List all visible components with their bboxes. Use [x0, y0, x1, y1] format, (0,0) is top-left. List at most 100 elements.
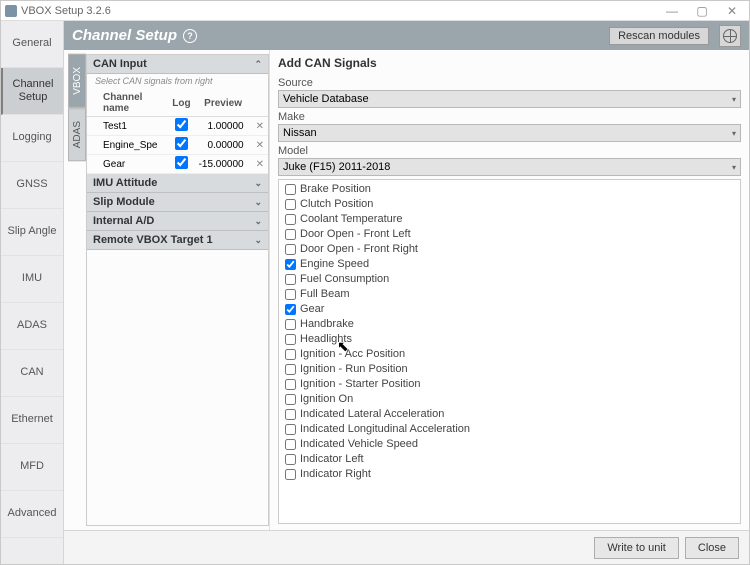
signal-checkbox[interactable]: [285, 259, 296, 270]
make-select[interactable]: Nissan ▾: [278, 124, 741, 142]
signal-row[interactable]: Indicated Longitudinal Acceleration: [279, 422, 740, 437]
signal-row[interactable]: Full Beam: [279, 287, 740, 302]
help-icon[interactable]: ?: [183, 29, 197, 43]
accordion-remote-vbox-target-1[interactable]: Remote VBOX Target 1⌄: [87, 231, 268, 250]
write-to-unit-button[interactable]: Write to unit: [594, 537, 679, 559]
chevron-down-icon: ⌄: [254, 178, 262, 189]
signal-checkbox[interactable]: [285, 244, 296, 255]
right-panel-title: Add CAN Signals: [278, 56, 741, 70]
log-checkbox[interactable]: [175, 156, 188, 169]
accordion-imu-attitude[interactable]: IMU Attitude⌄: [87, 174, 268, 193]
preview-value: 1.00000: [195, 117, 252, 136]
remove-channel-button[interactable]: ✕: [256, 121, 264, 132]
signal-row[interactable]: Ignition - Starter Position: [279, 377, 740, 392]
sidenav-item-adas[interactable]: ADAS: [1, 303, 63, 350]
signal-checkbox[interactable]: [285, 349, 296, 360]
signal-checkbox[interactable]: [285, 454, 296, 465]
signal-checkbox[interactable]: [285, 274, 296, 285]
language-button[interactable]: [719, 25, 741, 47]
signal-row[interactable]: Brake Position: [279, 182, 740, 197]
signal-checkbox[interactable]: [285, 319, 296, 330]
signal-row[interactable]: Ignition - Run Position: [279, 362, 740, 377]
sidenav-item-gnss[interactable]: GNSS: [1, 162, 63, 209]
signal-row[interactable]: Coolant Temperature: [279, 212, 740, 227]
signal-label: Door Open - Front Left: [300, 227, 411, 242]
signal-checkbox[interactable]: [285, 364, 296, 375]
signal-row[interactable]: Ignition - Acc Position: [279, 347, 740, 362]
signal-label: Ignition - Starter Position: [300, 377, 420, 392]
signal-row[interactable]: Clutch Position: [279, 197, 740, 212]
sidenav-item-channel-setup[interactable]: Channel Setup: [1, 68, 63, 115]
log-checkbox[interactable]: [175, 137, 188, 150]
remove-channel-button[interactable]: ✕: [256, 140, 264, 151]
maximize-button[interactable]: ▢: [689, 3, 715, 19]
log-checkbox[interactable]: [175, 118, 188, 131]
signal-checkbox[interactable]: [285, 334, 296, 345]
rescan-modules-button[interactable]: Rescan modules: [609, 27, 709, 45]
accordion-slip-module[interactable]: Slip Module ⌄: [87, 193, 268, 212]
accordion-internal-a-d[interactable]: Internal A/D⌄: [87, 212, 268, 231]
vtab-adas[interactable]: ADAS: [68, 108, 86, 161]
signal-label: Handbrake: [300, 317, 354, 332]
accordion-can-input[interactable]: CAN Input ⌃: [87, 55, 268, 74]
source-label: Source: [278, 77, 741, 89]
signal-checkbox[interactable]: [285, 199, 296, 210]
signal-checkbox[interactable]: [285, 439, 296, 450]
signal-row[interactable]: Door Open - Front Left: [279, 227, 740, 242]
signal-row[interactable]: Indicated Vehicle Speed: [279, 437, 740, 452]
col-preview: Preview: [195, 90, 252, 117]
sidenav-item-can[interactable]: CAN: [1, 350, 63, 397]
sidenav-item-slip-angle[interactable]: Slip Angle: [1, 209, 63, 256]
signal-row[interactable]: Headlights: [279, 332, 740, 347]
add-can-signals-panel: Add CAN Signals Source Vehicle Database …: [269, 50, 749, 530]
close-window-button[interactable]: ✕: [719, 3, 745, 19]
model-select[interactable]: Juke (F15) 2011-2018 ▾: [278, 158, 741, 176]
chevron-down-icon: ⌄: [254, 197, 262, 208]
chevron-down-icon: ▾: [732, 163, 736, 172]
app-icon: [5, 5, 17, 17]
close-button[interactable]: Close: [685, 537, 739, 559]
signal-row[interactable]: Fuel Consumption: [279, 272, 740, 287]
make-label: Make: [278, 111, 741, 123]
signal-row[interactable]: Handbrake: [279, 317, 740, 332]
signal-label: Ignition On: [300, 392, 353, 407]
sidenav-item-imu[interactable]: IMU: [1, 256, 63, 303]
signal-checkbox[interactable]: [285, 184, 296, 195]
source-select[interactable]: Vehicle Database ▾: [278, 90, 741, 108]
signal-label: Gear: [300, 302, 324, 317]
signal-checkbox[interactable]: [285, 304, 296, 315]
signal-row[interactable]: Indicated Lateral Acceleration: [279, 407, 740, 422]
signal-row[interactable]: Ignition On: [279, 392, 740, 407]
remove-channel-button[interactable]: ✕: [256, 159, 264, 170]
sidenav-item-ethernet[interactable]: Ethernet: [1, 397, 63, 444]
signal-checkbox[interactable]: [285, 229, 296, 240]
signal-checkbox[interactable]: [285, 379, 296, 390]
signals-list[interactable]: Brake PositionClutch PositionCoolant Tem…: [278, 179, 741, 524]
sidenav-item-logging[interactable]: Logging: [1, 115, 63, 162]
col-channel-name: Channel name: [87, 90, 168, 117]
channel-name: Gear: [87, 155, 168, 174]
accordion-title: Internal A/D: [93, 215, 154, 227]
signal-row[interactable]: Door Open - Front Right: [279, 242, 740, 257]
signal-row[interactable]: Gear: [279, 302, 740, 317]
col-log: Log: [168, 90, 194, 117]
signal-row[interactable]: Engine Speed: [279, 257, 740, 272]
chevron-up-icon: ⌃: [254, 59, 262, 70]
signal-label: Brake Position: [300, 182, 371, 197]
signal-checkbox[interactable]: [285, 214, 296, 225]
sidenav-item-mfd[interactable]: MFD: [1, 444, 63, 491]
model-value: Juke (F15) 2011-2018: [283, 161, 390, 173]
signal-checkbox[interactable]: [285, 394, 296, 405]
signal-checkbox[interactable]: [285, 469, 296, 480]
signal-checkbox[interactable]: [285, 424, 296, 435]
sidenav-item-advanced[interactable]: Advanced: [1, 491, 63, 538]
signal-checkbox[interactable]: [285, 289, 296, 300]
signal-row[interactable]: Indicator Left: [279, 452, 740, 467]
vtab-vbox[interactable]: VBOX: [68, 54, 86, 108]
signal-checkbox[interactable]: [285, 409, 296, 420]
minimize-button[interactable]: —: [659, 3, 685, 19]
signal-row[interactable]: Indicator Right: [279, 467, 740, 482]
channel-table: Channel name Log Preview Test11.00000✕En…: [87, 90, 268, 174]
sidenav-item-general[interactable]: General: [1, 21, 63, 68]
accordion-title: Slip Module: [93, 196, 155, 208]
